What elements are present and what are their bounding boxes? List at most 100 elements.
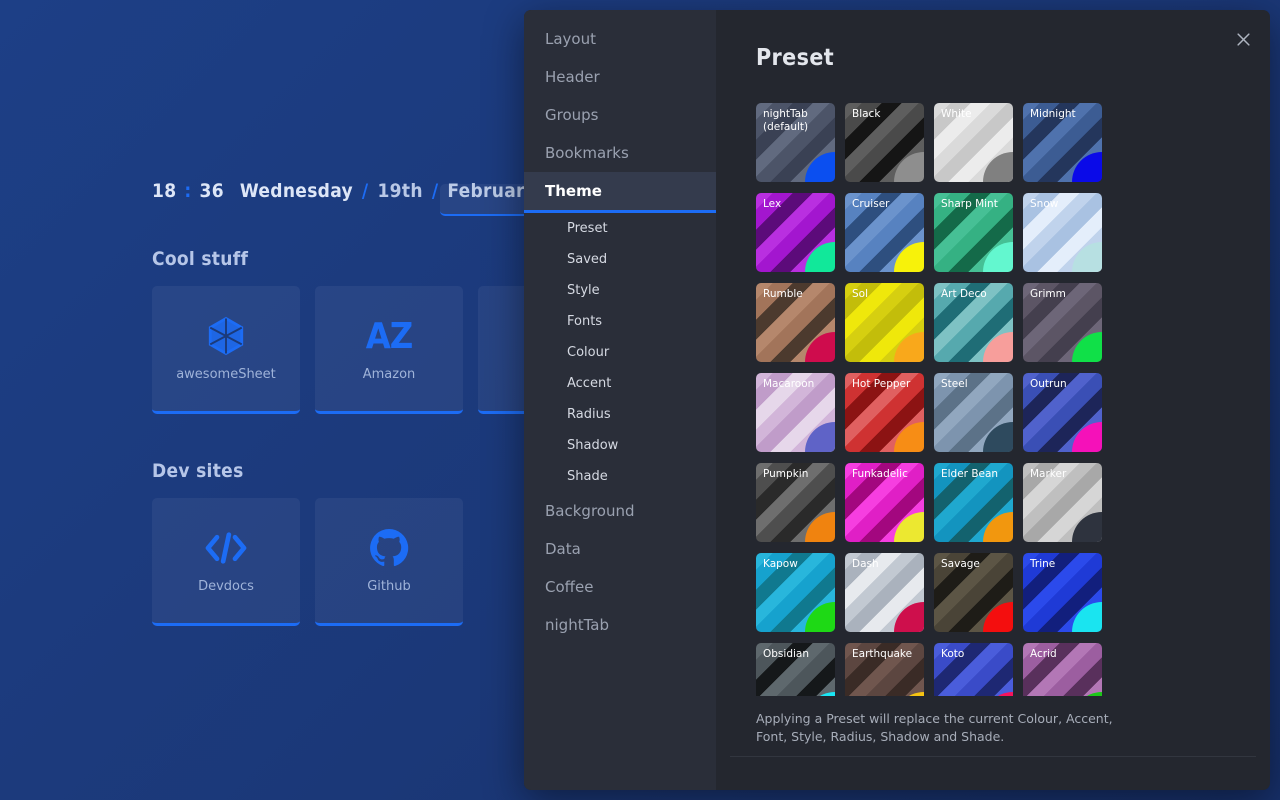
nav-item-label: Shade: [567, 469, 608, 484]
nav-item-theme[interactable]: Theme: [524, 172, 716, 213]
bookmark-label: Devdocs: [198, 579, 254, 594]
preset-label: Snow: [1030, 198, 1059, 210]
preset-card-obsidian[interactable]: Obsidian: [756, 643, 835, 696]
preset-card-macaroon[interactable]: Macaroon: [756, 373, 835, 452]
nav-item-radius[interactable]: Radius: [524, 399, 716, 430]
preset-card-kapow[interactable]: Kapow: [756, 553, 835, 632]
nav-item-colour[interactable]: Colour: [524, 337, 716, 368]
nav-item-shade[interactable]: Shade: [524, 461, 716, 492]
nav-item-label: Accent: [567, 376, 612, 391]
preset-grid: nightTab (default) Black White Midnight Lex C…: [756, 103, 1230, 696]
preset-card-rumble[interactable]: Rumble: [756, 283, 835, 362]
close-icon[interactable]: [1228, 24, 1258, 54]
nav-item-header[interactable]: Header: [524, 58, 716, 96]
nav-item-background[interactable]: Background: [524, 492, 716, 530]
preset-card-art-deco[interactable]: Art Deco: [934, 283, 1013, 362]
preset-label: White: [941, 108, 972, 120]
date-separator-2: /: [431, 180, 439, 202]
nav-item-coffee[interactable]: Coffee: [524, 568, 716, 606]
modal-footer: [730, 756, 1256, 790]
preset-label: Lex: [763, 198, 782, 210]
preset-card-pumpkin[interactable]: Pumpkin: [756, 463, 835, 542]
nav-item-label: Coffee: [545, 578, 594, 596]
preset-card-white[interactable]: White: [934, 103, 1013, 182]
preset-card-cruiser[interactable]: Cruiser: [845, 193, 924, 272]
nav-item-label: Preset: [567, 221, 608, 236]
preset-card-midnight[interactable]: Midnight: [1023, 103, 1102, 182]
settings-modal: Layout Header Groups Bookmarks Theme Preset Sa…: [524, 10, 1270, 790]
preset-card-sol[interactable]: Sol: [845, 283, 924, 362]
preset-card-snow[interactable]: Snow: [1023, 193, 1102, 272]
github-icon: [369, 527, 409, 569]
nav-item-saved[interactable]: Saved: [524, 244, 716, 275]
nav-item-preset[interactable]: Preset: [524, 213, 716, 244]
bookmark-awesomesheet[interactable]: awesomeSheet: [152, 286, 300, 414]
preset-label: Cruiser: [852, 198, 890, 210]
preset-card-steel[interactable]: Steel: [934, 373, 1013, 452]
nav-item-label: Data: [545, 540, 581, 558]
preset-label: Midnight: [1030, 108, 1076, 120]
preset-label: Sharp Mint: [941, 198, 998, 210]
preset-label: Obsidian: [763, 648, 809, 660]
preset-card-acrid[interactable]: Acrid: [1023, 643, 1102, 696]
preset-label: Dash: [852, 558, 879, 570]
preset-card-outrun[interactable]: Outrun: [1023, 373, 1102, 452]
nav-item-label: nightTab: [545, 616, 609, 634]
preset-label: Art Deco: [941, 288, 987, 300]
preset-card-marker[interactable]: Marker: [1023, 463, 1102, 542]
preset-label: Hot Pepper: [852, 378, 911, 390]
nav-item-nighttab[interactable]: nightTab: [524, 606, 716, 644]
code-brackets-icon: [204, 527, 248, 569]
preset-label: Trine: [1030, 558, 1056, 570]
nav-item-label: Bookmarks: [545, 144, 629, 162]
preset-card-black[interactable]: Black: [845, 103, 924, 182]
preset-footnote: Applying a Preset will replace the curre…: [756, 711, 1113, 744]
nav-item-style[interactable]: Style: [524, 275, 716, 306]
preset-label: Acrid: [1030, 648, 1057, 660]
preset-card-nighttab-default[interactable]: nightTab (default): [756, 103, 835, 182]
preset-card-koto[interactable]: Koto: [934, 643, 1013, 696]
date-weekday: Wednesday: [239, 180, 353, 202]
nav-item-label: Fonts: [567, 314, 603, 329]
preset-label: Elder Bean: [941, 468, 999, 480]
preset-card-grimm[interactable]: Grimm: [1023, 283, 1102, 362]
preset-card-earthquake[interactable]: Earthquake: [845, 643, 924, 696]
preset-scroll-area[interactable]: nightTab (default) Black White Midnight Lex C…: [716, 71, 1270, 696]
preset-card-elder-bean[interactable]: Elder Bean: [934, 463, 1013, 542]
preset-label: Outrun: [1030, 378, 1067, 390]
preset-label: Black: [852, 108, 881, 120]
nav-item-label: Shadow: [567, 438, 619, 453]
preset-card-sharp-mint[interactable]: Sharp Mint: [934, 193, 1013, 272]
preset-card-funkadelic[interactable]: Funkadelic: [845, 463, 924, 542]
preset-card-hot-pepper[interactable]: Hot Pepper: [845, 373, 924, 452]
date-separator-1: /: [361, 180, 369, 202]
nav-item-accent[interactable]: Accent: [524, 368, 716, 399]
preset-label: nightTab (default): [763, 108, 809, 133]
nav-item-fonts[interactable]: Fonts: [524, 306, 716, 337]
bookmark-github[interactable]: Github: [315, 498, 463, 626]
preset-card-lex[interactable]: Lex: [756, 193, 835, 272]
nav-item-groups[interactable]: Groups: [524, 96, 716, 134]
settings-content: Preset nightTab (default) Black White Midni…: [716, 10, 1270, 790]
preset-label: Rumble: [763, 288, 803, 300]
nav-item-label: Header: [545, 68, 600, 86]
bookmark-label: Amazon: [362, 367, 416, 382]
preset-card-trine[interactable]: Trine: [1023, 553, 1102, 632]
az-text-icon: AZ: [365, 315, 414, 357]
nav-item-bookmarks[interactable]: Bookmarks: [524, 134, 716, 172]
bookmark-devdocs[interactable]: Devdocs: [152, 498, 300, 626]
preset-label: Macaroon: [763, 378, 815, 390]
settings-nav: Layout Header Groups Bookmarks Theme Preset Sa…: [524, 10, 716, 790]
page-title: Preset: [756, 45, 835, 71]
nav-item-shadow[interactable]: Shadow: [524, 430, 716, 461]
preset-label: Kapow: [763, 558, 798, 570]
bookmark-amazon[interactable]: AZ Amazon: [315, 286, 463, 414]
preset-label: Steel: [941, 378, 968, 390]
nav-item-layout[interactable]: Layout: [524, 20, 716, 58]
date-day-number: 19th: [377, 180, 423, 202]
nav-item-data[interactable]: Data: [524, 530, 716, 568]
bookmark-label: awesomeSheet: [176, 367, 276, 382]
preset-card-dash[interactable]: Dash: [845, 553, 924, 632]
preset-card-savage[interactable]: Savage: [934, 553, 1013, 632]
clock-hours: 18: [152, 180, 177, 202]
